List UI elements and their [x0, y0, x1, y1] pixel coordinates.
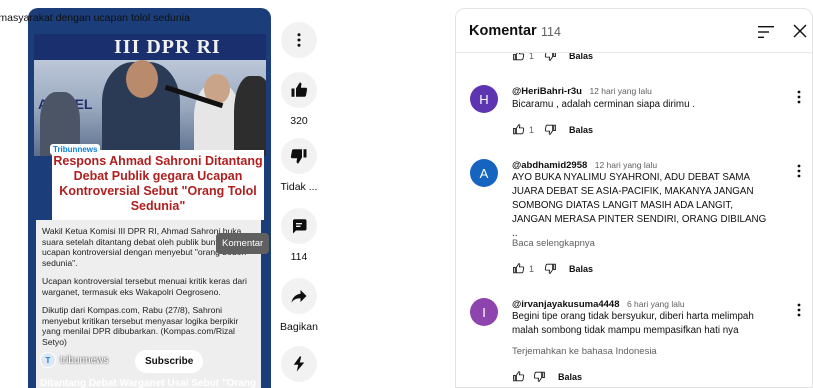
- channel-name[interactable]: tribunnews: [60, 355, 108, 366]
- comment-time[interactable]: 12 hari yang lalu: [595, 160, 657, 170]
- channel-info[interactable]: T tribunnews: [40, 352, 108, 368]
- comment-actions: 1 Balas: [512, 262, 593, 275]
- reply-button[interactable]: Balas: [569, 125, 593, 135]
- comment-author[interactable]: @HeriBahri-r3u: [512, 86, 582, 97]
- like-count: 1: [529, 263, 535, 274]
- person-figure: [234, 76, 266, 156]
- comments-panel: Komentar 114 1 Balas H @HeriBahri-r3u 12…: [455, 8, 813, 388]
- like-count: 320: [290, 115, 308, 127]
- comments-count-label: 114: [541, 25, 561, 39]
- video-top-caption: pon masyarakat dengan ucapan tolol sedun…: [0, 12, 190, 24]
- thumb-down-icon[interactable]: [281, 138, 317, 174]
- thumb-down-outline-icon[interactable]: [544, 123, 557, 136]
- comments-button[interactable]: 114: [269, 208, 329, 263]
- like-button[interactable]: 320: [269, 72, 329, 127]
- article-paragraph: Dikutip dari Kompas.com, Rabu (27/8), Sa…: [42, 305, 239, 347]
- comment-header: @HeriBahri-r3u 12 hari yang lalu: [512, 81, 652, 99]
- comment-menu-icon[interactable]: [794, 163, 804, 179]
- comment-author[interactable]: @abdhamid2958: [512, 160, 587, 171]
- comments-count: 114: [290, 251, 308, 263]
- comment-time[interactable]: 12 hari yang lalu: [589, 86, 651, 96]
- close-icon[interactable]: [792, 23, 808, 39]
- share-label: Bagikan: [280, 321, 318, 333]
- comment-menu-icon[interactable]: [794, 89, 804, 105]
- thumb-up-outline-icon[interactable]: [512, 370, 525, 383]
- thumb-down-outline-icon[interactable]: [533, 370, 546, 383]
- reply-button[interactable]: Balas: [558, 372, 582, 382]
- comments-header: Komentar 114: [456, 9, 812, 53]
- remix-button[interactable]: [269, 346, 329, 382]
- reply-button[interactable]: Balas: [569, 264, 593, 274]
- video-headline: Respons Ahmad Sahroni Ditantang Debat Pu…: [53, 154, 263, 213]
- channel-avatar[interactable]: T: [40, 352, 56, 368]
- more-vert-icon[interactable]: [281, 22, 317, 58]
- video-bottom-title: Ditantang Debat Warganet Usai Sebut "Ora…: [40, 378, 257, 388]
- speaker-head: [126, 60, 158, 98]
- banner-text: III DPR RI: [114, 36, 221, 58]
- share-button[interactable]: Bagikan: [269, 278, 329, 333]
- comment-menu-icon[interactable]: [794, 302, 804, 318]
- thumb-down-outline-icon[interactable]: [544, 262, 557, 275]
- translate-link[interactable]: Terjemahkan ke bahasa Indonesia: [512, 346, 657, 357]
- comment-text: Begini tipe orang tidak bersyukur, diber…: [512, 311, 754, 336]
- video-frame-photo: III DPR RI ASI PEL: [34, 34, 266, 156]
- comments-title: Komentar: [469, 23, 537, 39]
- thumb-up-outline-icon[interactable]: [512, 262, 525, 275]
- comment-avatar[interactable]: A: [470, 159, 498, 187]
- comments-tooltip: Komentar: [216, 233, 270, 254]
- comment-text: Bicaramu , adalah cerminan siapa dirimu …: [512, 99, 695, 110]
- comment-icon[interactable]: [281, 208, 317, 244]
- read-more-link[interactable]: Baca selengkapnya: [512, 238, 595, 249]
- like-count: 1: [529, 124, 535, 135]
- comment-actions: Balas: [512, 370, 582, 383]
- subscribe-button[interactable]: Subscribe: [135, 350, 204, 373]
- remix-icon[interactable]: [281, 346, 317, 382]
- thumb-up-outline-icon[interactable]: [512, 123, 525, 136]
- comment-actions: 1 Balas: [512, 123, 593, 136]
- sort-icon[interactable]: [758, 25, 774, 39]
- thumb-up-icon[interactable]: [281, 72, 317, 108]
- tribunnews-logo: Tribunnews: [50, 144, 101, 155]
- comment-author[interactable]: @irvanjayakusuma4448: [512, 299, 620, 310]
- headline-box: Respons Ahmad Sahroni Ditantang Debat Pu…: [52, 150, 264, 220]
- comment-avatar[interactable]: H: [470, 85, 498, 113]
- comment-text: AYO BUKA NYALIMU SYAHRONI, ADU DEBAT SAM…: [512, 172, 767, 239]
- comment-avatar[interactable]: I: [470, 298, 498, 326]
- comment-time[interactable]: 6 hari yang lalu: [627, 299, 685, 309]
- dislike-label: Tidak ...: [280, 181, 318, 193]
- more-options-button[interactable]: [269, 22, 329, 58]
- dislike-button[interactable]: Tidak ...: [269, 138, 329, 193]
- dpr-banner: III DPR RI: [34, 34, 266, 60]
- article-paragraph: Ucapan kontroversial tersebut menuai kri…: [42, 276, 247, 297]
- share-icon[interactable]: [281, 278, 317, 314]
